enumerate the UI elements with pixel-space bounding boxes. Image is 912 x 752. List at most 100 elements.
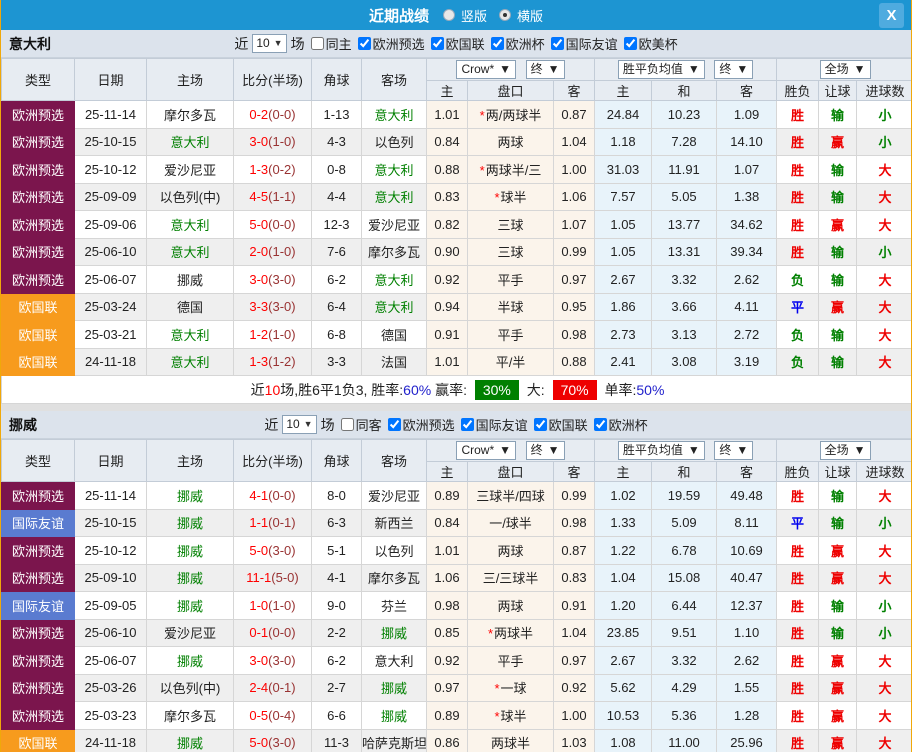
score-halftime: (3-0) [268, 299, 295, 314]
summary-winodds-label: 赢率: [431, 382, 471, 398]
competition-checkbox[interactable] [624, 37, 637, 50]
col-header-type: 类型 [2, 59, 75, 101]
handicap-line: 平/半 [468, 348, 554, 376]
handicap-star: * [488, 626, 493, 641]
away-odds: 0.87 [554, 101, 595, 129]
score-cell: 11-1(5-0) [234, 564, 312, 592]
same-side-checkbox[interactable] [311, 37, 324, 50]
avg-draw-odds: 13.31 [652, 238, 717, 266]
home-odds: 0.89 [427, 482, 468, 510]
avg-home-odds: 1.86 [595, 293, 652, 321]
home-odds: 0.84 [427, 128, 468, 156]
vertical-layout-radio[interactable] [443, 9, 455, 21]
match-result: 胜 [777, 482, 819, 510]
score-halftime: (1-1) [268, 189, 295, 204]
competition-checkbox[interactable] [461, 418, 474, 431]
home-odds: 0.92 [427, 647, 468, 675]
goals-result: 小 [857, 128, 912, 156]
avg-draw-odds: 3.08 [652, 348, 717, 376]
bookmaker-select[interactable]: Crow*▼ [456, 60, 516, 79]
handicap-text: 两/两球半 [486, 108, 542, 123]
home-team: 以色列(中) [147, 674, 234, 702]
competition-checkbox[interactable] [491, 37, 504, 50]
avg-select[interactable]: 胜平负均值▼ [618, 441, 705, 460]
score-cell: 3-0(1-0) [234, 128, 312, 156]
competition-checkbox[interactable] [388, 418, 401, 431]
score-halftime: (1-0) [268, 134, 295, 149]
match-date: 24-11-18 [75, 348, 147, 376]
avg-time-select[interactable]: 终▼ [714, 441, 753, 460]
away-team: 意大利 [362, 183, 427, 211]
avg-away-odds: 3.19 [717, 348, 777, 376]
near-games-select[interactable]: 10▼ [282, 415, 316, 434]
match-type-badge: 欧国联 [2, 348, 75, 376]
handicap-line: 半球 [468, 293, 554, 321]
score-fulltime: 0-5 [249, 708, 268, 723]
home-team: 挪威 [147, 537, 234, 565]
score-cell: 1-3(1-2) [234, 348, 312, 376]
bookmaker-group-header: Crow*▼ 终▼ [427, 59, 595, 81]
match-row: 欧国联25-03-21意大利1-2(1-0)6-8德国0.91平手0.982.7… [2, 321, 912, 349]
goals-result: 小 [857, 509, 912, 537]
match-row: 国际友谊25-09-05挪威1-0(1-0)9-0芬兰0.98两球0.911.2… [2, 592, 912, 620]
away-odds: 0.98 [554, 509, 595, 537]
away-team: 以色列 [362, 128, 427, 156]
handicap-text: 三球半/四球 [476, 489, 545, 504]
handicap-line: 两球 [468, 592, 554, 620]
goals-result: 大 [857, 729, 912, 752]
close-icon[interactable]: X [879, 3, 904, 28]
match-result: 负 [777, 321, 819, 349]
score-halftime: (0-1) [268, 515, 295, 530]
score-cell: 0-1(0-0) [234, 619, 312, 647]
away-team: 挪威 [362, 674, 427, 702]
score-halftime: (3-0) [268, 272, 295, 287]
odds-time-select[interactable]: 终▼ [526, 60, 565, 79]
avg-home-odds: 2.41 [595, 348, 652, 376]
home-odds: 0.98 [427, 592, 468, 620]
handicap-line: 一/球半 [468, 509, 554, 537]
score-cell: 1-2(1-0) [234, 321, 312, 349]
corner-score: 6-8 [312, 321, 362, 349]
handicap-text: 平手 [497, 328, 523, 343]
match-date: 25-09-06 [75, 211, 147, 239]
summary-win-rate: 60% [403, 382, 431, 398]
away-team: 新西兰 [362, 509, 427, 537]
match-row: 欧洲预选25-03-23摩尔多瓦0-5(0-4)6-6挪威0.89*球半1.00… [2, 702, 912, 730]
score-cell: 0-2(0-0) [234, 101, 312, 129]
away-team: 摩尔多瓦 [362, 564, 427, 592]
away-odds: 0.92 [554, 674, 595, 702]
vertical-layout-label[interactable]: 竖版 [461, 6, 487, 25]
summary-single-label: 单率: [601, 382, 637, 398]
home-team: 爱沙尼亚 [147, 619, 234, 647]
competition-checkbox[interactable] [358, 37, 371, 50]
goals-result: 大 [857, 211, 912, 239]
horizontal-layout-label[interactable]: 横版 [517, 6, 543, 25]
col-header-odds-home: 主 [427, 81, 468, 101]
competition-label: 欧国联 [446, 34, 485, 53]
avg-select[interactable]: 胜平负均值▼ [618, 60, 705, 79]
avg-away-odds: 25.96 [717, 729, 777, 752]
competition-checkbox[interactable] [551, 37, 564, 50]
near-games-select[interactable]: 10▼ [252, 34, 286, 53]
bookmaker-group-header: Crow*▼ 终▼ [427, 440, 595, 462]
bookmaker-select[interactable]: Crow*▼ [456, 441, 516, 460]
home-team: 意大利 [147, 128, 234, 156]
goals-result: 大 [857, 293, 912, 321]
col-header-corner: 角球 [312, 440, 362, 482]
match-type-badge: 欧国联 [2, 729, 75, 752]
competition-checkbox[interactable] [431, 37, 444, 50]
italy-filter-bar: 意大利 近10▼场同主欧洲预选欧国联欧洲杯国际友谊欧美杯 [1, 30, 911, 58]
avg-home-odds: 2.73 [595, 321, 652, 349]
odds-time-select[interactable]: 终▼ [526, 441, 565, 460]
col-header-avg-away: 客 [717, 81, 777, 101]
italy-team-title: 意大利 [9, 34, 51, 54]
fullmatch-select[interactable]: 全场▼ [820, 60, 871, 79]
avg-time-select[interactable]: 终▼ [714, 60, 753, 79]
score-cell: 4-5(1-1) [234, 183, 312, 211]
avg-draw-odds: 10.23 [652, 101, 717, 129]
same-side-checkbox[interactable] [341, 418, 354, 431]
competition-checkbox[interactable] [534, 418, 547, 431]
horizontal-layout-radio[interactable] [499, 9, 511, 21]
competition-checkbox[interactable] [594, 418, 607, 431]
fullmatch-select[interactable]: 全场▼ [820, 441, 871, 460]
